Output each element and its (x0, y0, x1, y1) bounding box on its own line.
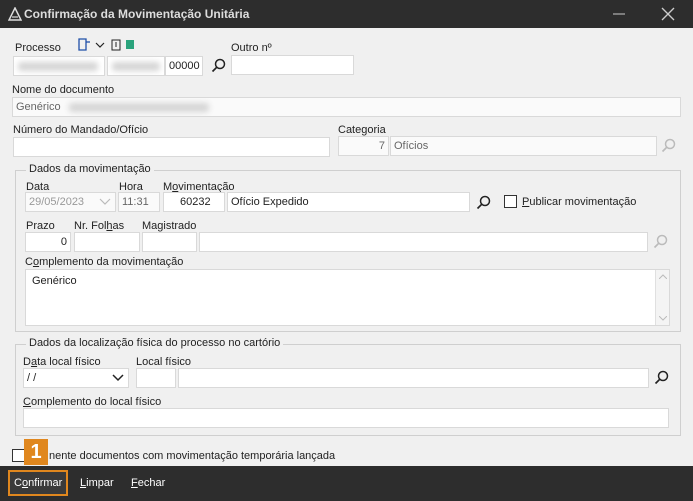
data-local-picker[interactable]: / / (23, 368, 129, 388)
status-indicator-icon (126, 40, 134, 49)
local-code-input[interactable] (136, 368, 176, 388)
magistrado-code-input[interactable] (142, 232, 197, 252)
complemento-local-input[interactable] (23, 408, 669, 428)
documento-label: Nome do documento (12, 84, 115, 96)
magistrado-search-icon[interactable] (653, 234, 669, 250)
data-picker[interactable]: 29/05/2023 (25, 192, 116, 212)
limpar-button[interactable]: Limpar (75, 473, 119, 493)
chevron-down-icon (112, 374, 124, 382)
movimentacao-group-title: Dados da movimentação (26, 163, 154, 175)
fechar-button[interactable]: Fechar (126, 473, 170, 493)
hora-input[interactable]: 11:31 (118, 192, 160, 212)
categoria-code-input[interactable]: 7 (338, 136, 389, 156)
outro-label: Outro nº (231, 42, 272, 54)
complemento-mov-label: Complemento da movimentação (25, 256, 184, 268)
close-icon (661, 7, 675, 21)
close-button[interactable] (645, 0, 691, 28)
app-logo-icon (8, 7, 22, 21)
confirmar-button[interactable]: Confirmar (8, 470, 69, 496)
processo-label: Processo (15, 42, 61, 54)
dialog-window: Confirmação da Movimentação Unitária Pro… (0, 0, 693, 501)
minimize-button[interactable] (596, 0, 642, 28)
somente-label: nente documentos com movimentação tempor… (49, 450, 336, 462)
magistrado-name-input[interactable] (199, 232, 648, 252)
mandado-input[interactable] (13, 137, 330, 157)
local-label: Local físico (136, 356, 192, 368)
chevron-down-icon[interactable] (95, 42, 105, 48)
publicar-checkbox[interactable] (504, 195, 517, 208)
complemento-mov-value: Genérico (32, 275, 77, 287)
categoria-search-icon[interactable] (661, 138, 677, 154)
folhas-input[interactable] (74, 232, 140, 252)
chevron-down-icon (99, 198, 111, 205)
localizacao-group-title: Dados da localização física do processo … (26, 337, 284, 349)
prazo-label: Prazo (26, 220, 55, 232)
processo-part1-input[interactable] (13, 56, 105, 76)
data-value: 29/05/2023 (29, 196, 85, 208)
step-badge: 1 (24, 439, 48, 465)
document-icon[interactable] (78, 38, 90, 51)
movimentacao-search-icon[interactable] (476, 195, 492, 211)
processo-part2-input[interactable] (107, 56, 165, 76)
data-local-label: Data local físico (23, 356, 101, 368)
window-title: Confirmação da Movimentação Unitária (24, 7, 250, 21)
local-name-input[interactable] (178, 368, 649, 388)
complemento-mov-textarea[interactable]: Genérico (25, 269, 670, 326)
processo-suffix: 00000 (169, 60, 200, 72)
categoria-name-input[interactable]: Ofícios (390, 136, 657, 156)
scroll-up-icon[interactable] (659, 274, 667, 279)
prazo-input[interactable]: 0 (25, 232, 71, 252)
movimentacao-name-input[interactable]: Ofício Expedido (227, 192, 470, 212)
mandado-label: Número do Mandado/Ofício (13, 124, 149, 136)
outro-input[interactable] (231, 55, 354, 75)
complemento-local-label: Complemento do local físico (23, 396, 162, 408)
magistrado-label: Magistrado (142, 220, 197, 232)
categoria-label: Categoria (338, 124, 386, 136)
scroll-down-icon[interactable] (659, 316, 667, 321)
movimentacao-code-input[interactable]: 60232 (163, 192, 225, 212)
local-search-icon[interactable] (654, 370, 670, 386)
data-local-value: / / (27, 372, 37, 384)
title-bar: Confirmação da Movimentação Unitária (0, 0, 693, 28)
complemento-scrollbar[interactable] (655, 270, 669, 325)
bookmark-icon[interactable] (111, 39, 121, 51)
processo-part3-input[interactable]: 00000 (165, 56, 203, 76)
documento-input[interactable]: Genérico (12, 97, 681, 117)
button-bar: Confirmar Limpar Fechar (0, 466, 693, 501)
publicar-label: Publicar movimentação (522, 196, 637, 208)
documento-value: Genérico (16, 101, 61, 113)
folhas-label: Nr. Folhas (74, 220, 125, 232)
processo-search-icon[interactable] (211, 58, 227, 74)
processo-tools (78, 38, 134, 51)
minimize-icon (613, 13, 625, 15)
